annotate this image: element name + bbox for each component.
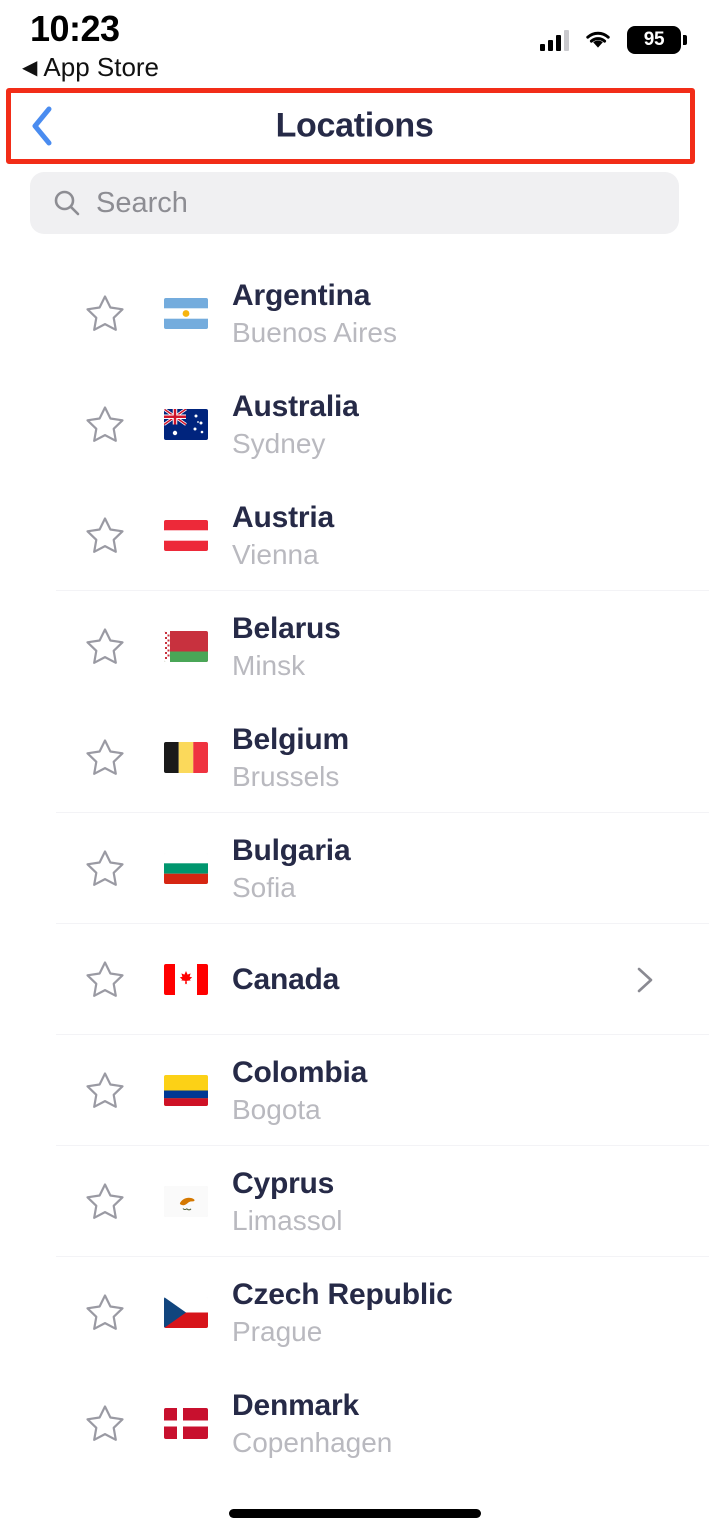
location-labels: Canada [232,962,339,997]
country-name: Cyprus [232,1167,335,1201]
city-name: Prague [232,1315,323,1347]
australia-flag [164,409,208,440]
status-icons: 95 [540,26,687,54]
country-name: Czech Republic [232,1278,453,1312]
colombia-flag [164,1075,208,1106]
belgium-flag [164,742,208,773]
city-name: Minsk [232,649,306,681]
city-name: Sydney [232,427,326,459]
star-outline-icon[interactable] [82,1401,128,1447]
country-name: Austria [232,501,334,535]
argentina-flag [164,298,208,329]
location-row[interactable]: Australia Sydney [0,369,709,480]
status-time: 10:23 [30,8,120,49]
country-name: Colombia [232,1056,368,1090]
location-labels: Czech Republic Prague [232,1277,453,1347]
location-row[interactable]: Colombia Bogota [0,1035,709,1146]
location-row[interactable]: Denmark Copenhagen [0,1368,709,1479]
star-outline-icon[interactable] [82,402,128,448]
star-outline-icon[interactable] [82,513,128,559]
locations-list: Argentina Buenos Aires Australia Sydney Au… [0,258,709,1479]
location-row[interactable]: Belarus Minsk [0,591,709,702]
czech-republic-flag [164,1297,208,1328]
location-row[interactable]: Czech Republic Prague [0,1257,709,1368]
star-outline-icon [86,294,124,331]
back-triangle-icon: ◀ [22,56,38,79]
back-to-app-store-label: App Store [43,52,160,82]
city-name: Limassol [232,1204,343,1236]
back-to-app-store[interactable]: ◀ App Store [22,52,159,83]
location-labels: Colombia Bogota [232,1055,367,1125]
city-name: Buenos Aires [232,316,397,348]
cellular-signal-icon [540,29,569,51]
canada-flag [164,964,208,995]
star-outline-icon[interactable] [82,1179,128,1225]
country-name: Australia [232,390,359,424]
location-row[interactable]: Canada [0,924,709,1035]
city-name: Sofia [232,871,296,903]
wifi-icon [586,31,610,48]
star-outline-icon[interactable] [82,1068,128,1114]
country-name: Canada [232,962,340,996]
search-input[interactable]: Search [96,187,188,220]
country-name: Belarus [232,612,341,646]
location-row[interactable]: Bulgaria Sofia [0,813,709,924]
home-indicator[interactable] [228,1509,481,1518]
star-outline-icon [86,849,124,886]
location-labels: Cyprus Limassol [232,1166,342,1236]
country-name: Denmark [232,1389,359,1423]
star-outline-icon [86,627,124,664]
location-row[interactable]: Cyprus Limassol [0,1146,709,1257]
navigation-bar: Locations [0,88,709,164]
chevron-right-icon [637,967,653,992]
search-icon [54,190,80,216]
location-labels: Belarus Minsk [232,611,341,681]
city-name: Vienna [232,538,319,570]
bulgaria-flag [164,853,208,884]
star-outline-icon[interactable] [82,291,128,337]
austria-flag [164,520,208,551]
location-row[interactable]: Belgium Brussels [0,702,709,813]
location-labels: Belgium Brussels [232,722,349,792]
status-bar: 10:23 ◀ App Store 95 [0,0,709,82]
location-row[interactable]: Argentina Buenos Aires [0,258,709,369]
city-name: Bogota [232,1093,321,1125]
belarus-flag [164,631,208,662]
location-row[interactable]: Austria Vienna [0,480,709,591]
country-name: Bulgaria [232,834,351,868]
star-outline-icon[interactable] [82,846,128,892]
search-bar[interactable]: Search [30,172,679,234]
star-outline-icon [86,1293,124,1330]
denmark-flag [164,1408,208,1439]
star-outline-icon[interactable] [82,1290,128,1336]
cyprus-flag [164,1186,208,1217]
city-name: Copenhagen [232,1426,393,1458]
phone-screen: 10:23 ◀ App Store 95 Locations Search Ar… [0,0,709,1536]
star-outline-icon [86,516,124,553]
location-labels: Austria Vienna [232,500,334,570]
location-labels: Australia Sydney [232,389,359,459]
country-name: Argentina [232,279,371,313]
star-outline-icon [86,1404,124,1441]
battery-icon: 95 [627,26,687,54]
star-outline-icon [86,738,124,775]
star-outline-icon [86,405,124,442]
location-labels: Argentina Buenos Aires [232,278,397,348]
city-name: Brussels [232,760,340,792]
location-labels: Denmark Copenhagen [232,1388,392,1458]
battery-percent: 95 [643,29,665,50]
page-title: Locations [275,106,434,145]
location-labels: Bulgaria Sofia [232,833,351,903]
disclosure-chevron[interactable] [633,965,657,995]
star-outline-icon [86,1182,124,1219]
star-outline-icon [86,960,124,997]
star-outline-icon[interactable] [82,957,128,1003]
star-outline-icon[interactable] [82,624,128,670]
star-outline-icon [86,1071,124,1108]
country-name: Belgium [232,723,349,757]
star-outline-icon[interactable] [82,735,128,781]
